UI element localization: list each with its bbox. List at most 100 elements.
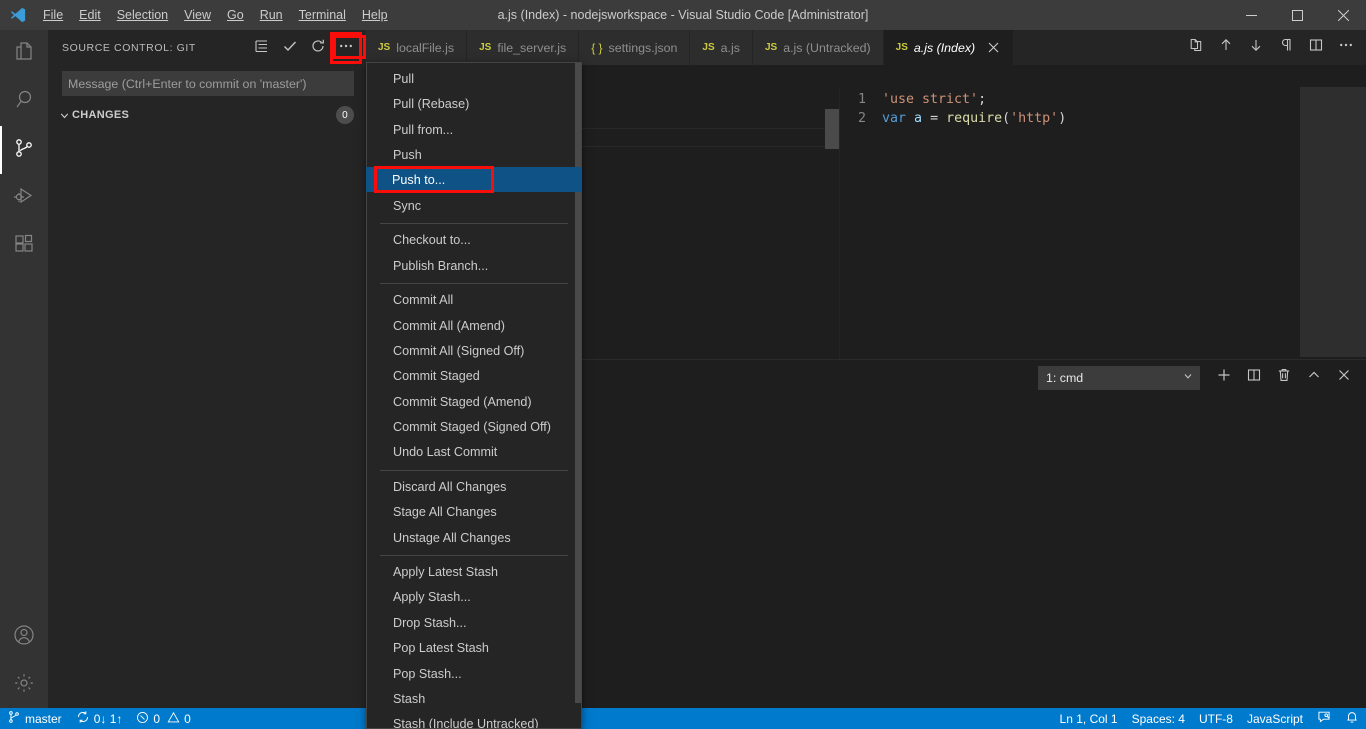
- menu-item-pull[interactable]: Pull: [367, 67, 581, 92]
- menu-terminal[interactable]: Terminal: [291, 0, 354, 30]
- tab-a-js-untracked[interactable]: JS a.js (Untracked): [752, 30, 884, 65]
- menu-item-commit-staged[interactable]: Commit Staged: [367, 364, 581, 389]
- status-language-mode[interactable]: JavaScript: [1240, 708, 1310, 729]
- tab-a-js-index[interactable]: JS a.js (Index): [883, 30, 1015, 65]
- menu-view[interactable]: View: [176, 0, 219, 30]
- menu-separator: [380, 555, 568, 557]
- menu-item-sync[interactable]: Sync: [367, 194, 581, 219]
- menu-item-pop-stash[interactable]: Pop Stash...: [367, 662, 581, 687]
- activity-manage-settings[interactable]: [0, 661, 48, 709]
- menu-item-stash-include-untracked[interactable]: Stash (Include Untracked): [367, 712, 581, 728]
- close-icon: [1336, 367, 1352, 388]
- menu-item-commit-staged-signed-off[interactable]: Commit Staged (Signed Off): [367, 415, 581, 440]
- changes-section-header[interactable]: CHANGES 0: [48, 104, 366, 126]
- menu-item-pull-from[interactable]: Pull from...: [367, 118, 581, 143]
- activity-source-control[interactable]: [0, 126, 48, 174]
- menu-scrollbar[interactable]: [575, 63, 581, 703]
- activity-search[interactable]: [0, 78, 48, 126]
- status-bar-right: Ln 1, Col 1 Spaces: 4 UTF-8 JavaScript: [1053, 708, 1366, 729]
- plus-icon: [1216, 367, 1232, 388]
- editor-more-actions-button[interactable]: [1332, 34, 1360, 62]
- tab-a-js[interactable]: JS a.js: [690, 30, 753, 65]
- close-panel-button[interactable]: [1330, 364, 1358, 392]
- json-icon: { }: [591, 40, 603, 55]
- menu-file[interactable]: File: [35, 0, 71, 30]
- menu-item-publish-branch[interactable]: Publish Branch...: [367, 254, 581, 279]
- next-change-button[interactable]: [1242, 34, 1270, 62]
- view-as-tree-button[interactable]: [248, 34, 276, 62]
- activity-bar: [0, 30, 48, 717]
- changes-label: CHANGES: [72, 109, 130, 121]
- activity-extensions[interactable]: [0, 222, 48, 270]
- menu-item-drop-stash[interactable]: Drop Stash...: [367, 611, 581, 636]
- menu-go[interactable]: Go: [219, 0, 252, 30]
- menu-item-stage-all-changes[interactable]: Stage All Changes: [367, 500, 581, 525]
- source-control-sidebar: SOURCE CONTROL: GIT Message (Ctrl+Enter …: [48, 30, 366, 709]
- status-problems[interactable]: 0 0: [129, 708, 197, 729]
- split-panel-button[interactable]: [1240, 364, 1268, 392]
- ellipsis-icon: [338, 38, 354, 57]
- minimap-slider[interactable]: [1300, 87, 1366, 357]
- views-and-more-actions-button[interactable]: [330, 31, 362, 64]
- menu-item-push[interactable]: Push: [367, 143, 581, 168]
- split-editor-button[interactable]: [1302, 34, 1330, 62]
- status-encoding[interactable]: UTF-8: [1192, 708, 1240, 729]
- menu-help[interactable]: Help: [354, 0, 396, 30]
- code-content: 1 'use strict'; 2 var a = require('http'): [840, 87, 1366, 128]
- menu-run[interactable]: Run: [252, 0, 291, 30]
- menu-item-pop-latest-stash[interactable]: Pop Latest Stash: [367, 636, 581, 661]
- code-token: require: [946, 111, 1003, 126]
- minimize-button[interactable]: [1228, 0, 1274, 30]
- menu-selection[interactable]: Selection: [109, 0, 176, 30]
- debug-session-select[interactable]: 1: cmd: [1038, 365, 1200, 390]
- menu-item-discard-all-changes[interactable]: Discard All Changes: [367, 475, 581, 500]
- refresh-button[interactable]: [304, 34, 332, 62]
- toggle-whitespace-button[interactable]: [1272, 34, 1300, 62]
- status-branch[interactable]: master: [0, 708, 69, 729]
- open-changes-button[interactable]: [1182, 34, 1210, 62]
- previous-change-button[interactable]: [1212, 34, 1240, 62]
- commit-button[interactable]: [276, 34, 304, 62]
- menu-item-commit-all[interactable]: Commit All: [367, 288, 581, 313]
- commit-message-input[interactable]: Message (Ctrl+Enter to commit on 'master…: [62, 71, 354, 96]
- refresh-icon: [310, 38, 326, 57]
- status-indentation[interactable]: Spaces: 4: [1125, 708, 1192, 729]
- activity-run-and-debug[interactable]: [0, 174, 48, 222]
- chevron-down-icon: [56, 109, 72, 122]
- editor-scrollbar-thumb[interactable]: [825, 109, 839, 149]
- clear-console-button[interactable]: [1270, 364, 1298, 392]
- status-notifications[interactable]: [1338, 708, 1366, 729]
- close-icon[interactable]: [985, 40, 1001, 56]
- tab-localFile-js[interactable]: JS localFile.js: [366, 30, 468, 65]
- commit-message-placeholder: Message (Ctrl+Enter to commit on 'master…: [68, 76, 307, 91]
- menu-item-stash[interactable]: Stash: [367, 687, 581, 712]
- menu-edit[interactable]: Edit: [71, 0, 109, 30]
- activity-explorer[interactable]: [0, 30, 48, 78]
- close-button[interactable]: [1320, 0, 1366, 30]
- menu-item-undo-last-commit[interactable]: Undo Last Commit: [367, 440, 581, 465]
- code-token: ;: [978, 92, 987, 107]
- warning-icon: [167, 711, 180, 727]
- menu-item-apply-latest-stash[interactable]: Apply Latest Stash: [367, 560, 581, 585]
- menu-item-commit-all-signed-off[interactable]: Commit All (Signed Off): [367, 339, 581, 364]
- menu-item-commit-all-amend[interactable]: Commit All (Amend): [367, 314, 581, 339]
- menu-item-unstage-all-changes[interactable]: Unstage All Changes: [367, 526, 581, 551]
- maximize-button[interactable]: [1274, 0, 1320, 30]
- menu-item-commit-staged-amend[interactable]: Commit Staged (Amend): [367, 390, 581, 415]
- status-cursor-position[interactable]: Ln 1, Col 1: [1053, 708, 1125, 729]
- menu-separator: [380, 283, 568, 285]
- menu-item-pull-rebase[interactable]: Pull (Rebase): [367, 92, 581, 117]
- menu-item-checkout-to[interactable]: Checkout to...: [367, 228, 581, 253]
- tab-settings-json[interactable]: { } settings.json: [579, 30, 691, 65]
- diff-editor-modified-pane[interactable]: 1 'use strict'; 2 var a = require('http'): [840, 87, 1366, 379]
- tab-label: a.js: [720, 40, 740, 55]
- status-sync-changes[interactable]: 0↓ 1↑: [69, 708, 130, 729]
- new-console-button[interactable]: [1210, 364, 1238, 392]
- status-feedback[interactable]: [1310, 708, 1338, 729]
- maximize-panel-button[interactable]: [1300, 364, 1328, 392]
- tab-file_server-js[interactable]: JS file_server.js: [467, 30, 580, 65]
- menu-item-apply-stash[interactable]: Apply Stash...: [367, 585, 581, 610]
- menu-item-push-to[interactable]: Push to...: [366, 167, 581, 192]
- activity-accounts[interactable]: [0, 613, 48, 661]
- editor-tab-bar: JS localFile.js JS file_server.js { } se…: [366, 30, 1366, 65]
